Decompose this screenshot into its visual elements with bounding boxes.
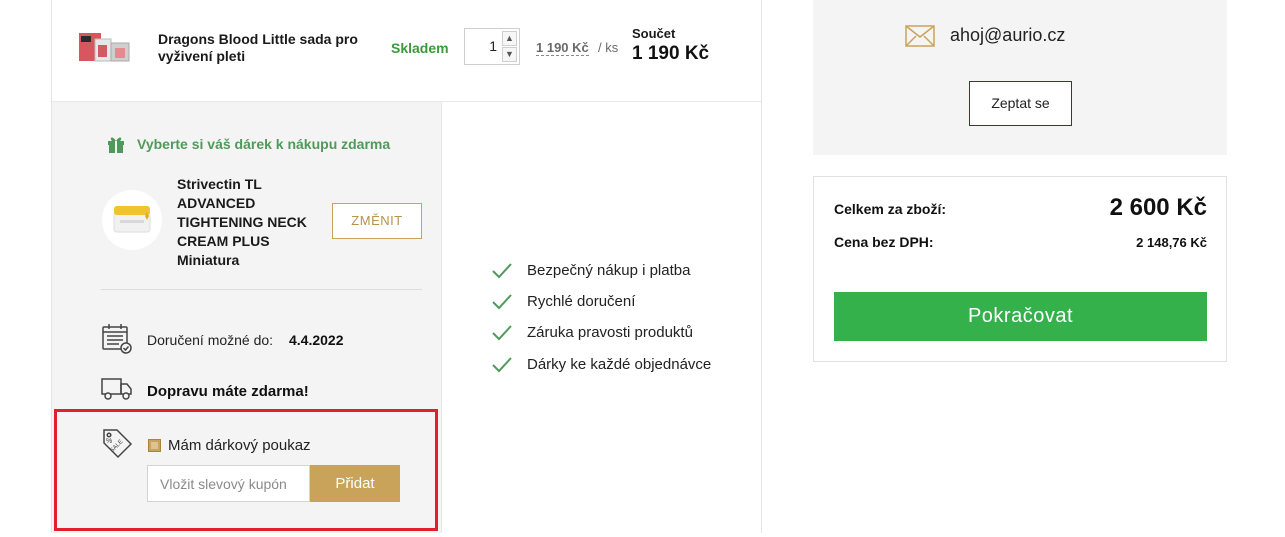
- calendar-icon: [101, 322, 133, 354]
- divider: [101, 289, 422, 290]
- checkmark-icon: [491, 324, 513, 342]
- continue-button[interactable]: Pokračovat: [834, 292, 1207, 341]
- gift-title: Vyberte si váš dárek k nákupu zdarma: [137, 136, 391, 152]
- unit-price: 1 190 Kč: [536, 40, 589, 56]
- delivery-date: 4.4.2022: [289, 332, 344, 348]
- total-value: 2 600 Kč: [1109, 194, 1207, 221]
- quantity-stepper[interactable]: 1 ▲ ▼: [464, 28, 520, 65]
- benefit-text: Záruka pravosti produktů: [527, 324, 693, 341]
- sale-tag-icon: SALE %: [101, 427, 133, 459]
- gift-product-image: [102, 190, 162, 250]
- net-price-label: Cena bez DPH:: [834, 234, 934, 250]
- envelope-icon: [905, 25, 935, 47]
- product-name[interactable]: Dragons Blood Little sada pro vyživení p…: [158, 31, 368, 65]
- contact-panel: [813, 0, 1227, 155]
- ask-question-button[interactable]: Zeptat se: [969, 81, 1072, 126]
- change-gift-button[interactable]: ZMĚNIT: [332, 203, 422, 239]
- product-thumbnail[interactable]: [77, 29, 133, 65]
- truck-icon: [101, 376, 133, 402]
- contact-email-link[interactable]: ahoj@aurio.cz: [950, 25, 1065, 46]
- add-coupon-button[interactable]: Přidat: [310, 465, 400, 502]
- total-label: Celkem za zboží:: [834, 201, 947, 217]
- chevron-up-icon[interactable]: ▲: [502, 31, 517, 46]
- benefit-text: Bezpečný nákup i platba: [527, 262, 691, 279]
- benefit-text: Dárky ke každé objednávce: [527, 356, 712, 373]
- checkmark-icon: [491, 293, 513, 311]
- checkmark-icon: [491, 262, 513, 280]
- benefit-text: Rychlé doručení: [527, 293, 636, 310]
- voucher-checkbox[interactable]: [148, 439, 161, 452]
- benefits-panel: [441, 102, 761, 533]
- unit-suffix: / ks: [598, 40, 619, 55]
- sum-value: 1 190 Kč: [632, 43, 710, 64]
- gift-icon: [106, 134, 126, 154]
- free-shipping-note: Dopravu máte zdarma!: [147, 383, 309, 400]
- coupon-code-input[interactable]: [147, 465, 310, 502]
- svg-text:%: %: [106, 438, 112, 445]
- stock-status: Skladem: [391, 40, 449, 56]
- delivery-label: Doručení možné do:: [147, 332, 274, 348]
- net-price-value: 2 148,76 Kč: [1136, 235, 1207, 250]
- gift-product-name: Strivectin TL ADVANCED TIGHTENING NECK C…: [177, 176, 307, 268]
- quantity-value[interactable]: 1: [465, 38, 497, 54]
- chevron-down-icon[interactable]: ▼: [502, 47, 517, 62]
- checkmark-icon: [491, 356, 513, 374]
- sum-label: Součet: [632, 26, 676, 41]
- voucher-checkbox-label[interactable]: Mám dárkový poukaz: [168, 437, 311, 454]
